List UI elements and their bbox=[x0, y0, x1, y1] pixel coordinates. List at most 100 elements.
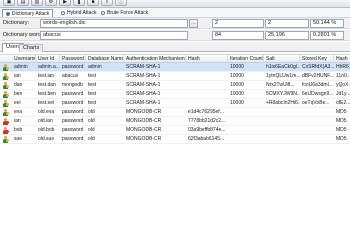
info-button[interactable]: ⓘ bbox=[115, 0, 127, 6]
user-icon bbox=[2, 82, 9, 89]
save-button[interactable]: ▥ bbox=[31, 0, 43, 6]
column-header-stored-key[interactable]: Stored Key bbox=[300, 55, 334, 63]
cell-hash-2: MD5 bbox=[336, 136, 347, 142]
cell-user-id: test.dan bbox=[38, 82, 56, 88]
column-header-hash-2[interactable]: Hash bbox=[334, 55, 350, 63]
cell-hash-2: MD5 bbox=[336, 127, 347, 133]
table-row[interactable]: eva old.eva password old MONGODB-CR e1d4c7629… bbox=[0, 108, 350, 117]
radio-icon bbox=[6, 11, 10, 16]
settings-button[interactable]: ⚙ bbox=[45, 0, 57, 6]
percent-value: 50.144 bbox=[313, 20, 330, 26]
cell-stored-key: CxSRfdX(A3... bbox=[302, 64, 334, 70]
column-header-salt[interactable]: Salt bbox=[264, 55, 300, 63]
cell-stored-key: oeTqVoBe... bbox=[302, 100, 330, 106]
cell-mechanism: MONGODB-CR bbox=[126, 109, 162, 115]
cell-password: password bbox=[62, 109, 84, 115]
cell-hash bbox=[186, 63, 228, 72]
cell-username: admin bbox=[14, 64, 28, 70]
cell-hash-2: HhR6... bbox=[336, 64, 350, 70]
dictionary-total-field: 2 bbox=[265, 19, 309, 28]
cell-stored-key bbox=[300, 117, 334, 126]
cell-hash-2: 11n0... bbox=[336, 73, 350, 79]
cell-salt: 1ytnQLUw1m... bbox=[266, 73, 300, 79]
column-header-user-id[interactable]: User Id bbox=[36, 55, 60, 63]
cell-hash-2: yQoX... bbox=[336, 82, 350, 88]
table-row[interactable]: eel test.eel password test SCRAM-SHA-1 10000 +… bbox=[0, 99, 350, 108]
cell-hash-2: MD5 bbox=[336, 109, 347, 115]
column-header-auth-mechanism[interactable]: Authentication Mechanism bbox=[124, 55, 186, 63]
tab-hybrid-attack[interactable]: Hybrid Attack bbox=[58, 9, 99, 17]
pause-button[interactable]: ❚ bbox=[73, 0, 85, 6]
cell-database: test bbox=[88, 91, 97, 97]
dictionary-position-field: 2 bbox=[212, 19, 264, 28]
column-header-password[interactable]: Password bbox=[60, 55, 86, 63]
open-file-button[interactable]: ▤ bbox=[17, 0, 29, 6]
browse-dictionary-button[interactable]: … bbox=[189, 19, 198, 28]
column-header-username[interactable]: Username bbox=[12, 55, 36, 63]
table-row[interactable]: ben test.ben password test SCRAM-SHA-1 10000 5… bbox=[0, 90, 350, 99]
stop-icon: ■ bbox=[91, 0, 95, 5]
cell-database: admin bbox=[88, 64, 102, 70]
cell-username: ben bbox=[14, 91, 23, 97]
cell-stored-key bbox=[300, 126, 334, 135]
cell-salt: +R8abcIn2Hi6... bbox=[266, 100, 300, 106]
new-project-button[interactable]: ▣ bbox=[3, 0, 15, 6]
cell-hash-2: MD5 bbox=[336, 118, 347, 124]
cell-user-id: old.sue bbox=[38, 136, 55, 142]
cell-database: test bbox=[88, 100, 97, 106]
cell-stored-key: fcoU6a3dml... bbox=[302, 82, 333, 88]
table-row[interactable]: ian old.ian password old MONGODB-CR 7778bb21d… bbox=[0, 117, 350, 126]
cell-user-id: old.eva bbox=[38, 109, 55, 115]
tab-dictionary-attack[interactable]: Dictionary Attack bbox=[2, 9, 54, 17]
cell-password: password bbox=[62, 136, 84, 142]
column-header-hash[interactable]: Hash bbox=[186, 55, 228, 63]
table-row[interactable]: dan test.dan mongodb test SCRAM-SHA-1 10000 Nr… bbox=[0, 81, 350, 90]
cell-password: abacus bbox=[62, 73, 79, 79]
cell-salt: 5CMXYJW9N... bbox=[266, 91, 300, 97]
cell-database: test bbox=[88, 82, 97, 88]
cell-database: old bbox=[88, 118, 95, 124]
cell-salt: Nrx2TwUl8... bbox=[266, 82, 295, 88]
tab-brute-force-attack[interactable]: Brute Force Attack bbox=[98, 9, 151, 17]
table-row[interactable]: sue old.sue password old MONGODB-CR 62f3abab6… bbox=[0, 135, 350, 144]
cell-password: password bbox=[62, 91, 84, 97]
stop-button[interactable]: ■ bbox=[87, 0, 99, 6]
table-row[interactable]: ian test.ian abacus test SCRAM-SHA-1 10000 1yt… bbox=[0, 72, 350, 81]
cell-username: eva bbox=[14, 109, 23, 115]
column-header-database-name[interactable]: Database Name bbox=[86, 55, 124, 63]
cell-salt bbox=[264, 108, 300, 117]
cell-salt: h1ix6EaCk0gl... bbox=[266, 64, 300, 70]
cell-iterations: 10000 bbox=[230, 100, 244, 106]
info-icon: ⓘ bbox=[118, 0, 124, 5]
cell-hash: 03a9beffb874e... bbox=[188, 127, 226, 133]
word-position-field: 84 bbox=[212, 31, 264, 40]
cell-mechanism: SCRAM-SHA-1 bbox=[126, 100, 161, 106]
play-button[interactable]: ▶ bbox=[59, 0, 71, 6]
dictionary-word-field: abacus bbox=[40, 31, 188, 40]
cell-salt bbox=[264, 117, 300, 126]
cell-username: ian bbox=[14, 118, 21, 124]
new-project-icon: ▣ bbox=[6, 0, 12, 5]
column-header-iteration-count[interactable]: Iteration Count bbox=[228, 55, 264, 63]
radio-icon bbox=[101, 11, 105, 15]
cell-stored-key: 6eUDwsgn9... bbox=[302, 91, 334, 97]
percent-unit: % bbox=[331, 32, 337, 38]
table-row[interactable]: bob old.bob password old MONGODB-CR 03a9beffb… bbox=[0, 126, 350, 135]
save-icon: ▥ bbox=[34, 0, 40, 5]
tab-charts[interactable]: Charts bbox=[19, 44, 44, 52]
cell-mechanism: MONGODB-CR bbox=[126, 118, 162, 124]
export-icon: ⇪ bbox=[104, 0, 110, 5]
table-row[interactable]: admin admin.a... password admin SCRAM-SHA-1 1… bbox=[0, 63, 350, 72]
word-percent-field: 0.2801 % bbox=[310, 31, 344, 40]
cell-stored-key: dBFv2HUNF... bbox=[302, 73, 334, 79]
cell-user-id: test.ian bbox=[38, 73, 55, 79]
dictionary-word-row: Dictionary word: abacus 84 25,196 0.2801… bbox=[0, 30, 350, 41]
cell-password: password bbox=[62, 100, 84, 106]
cell-hash bbox=[186, 99, 228, 108]
users-table: Username User Id Password Database Name … bbox=[0, 52, 350, 200]
export-button[interactable]: ⇪ bbox=[101, 0, 113, 6]
dictionary-file-field[interactable]: words-english.dic bbox=[40, 19, 188, 28]
percent-value: 0.2801 bbox=[313, 32, 330, 38]
open-file-icon: ▤ bbox=[20, 0, 26, 5]
dictionary-row: Dictionary: words-english.dic … 2 2 50.1… bbox=[0, 18, 350, 29]
